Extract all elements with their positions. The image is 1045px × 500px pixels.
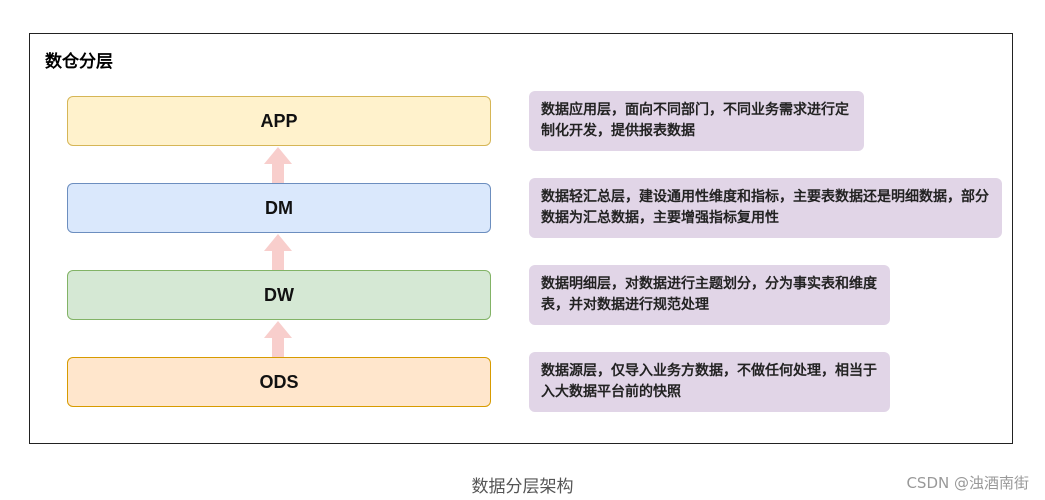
architecture-diagram: 数仓分层 APP 数据应用层，面向不同部门，不同业务需求进行定制化开发，提供报表… [29, 33, 1013, 444]
layer-note-dm: 数据轻汇总层，建设通用性维度和指标，主要表数据还是明细数据，部分数据为汇总数据，… [529, 178, 1002, 238]
up-arrow-ods-to-dw [264, 321, 292, 358]
figure-caption: 数据分层架构 [471, 477, 574, 497]
layer-box-ods: ODS [67, 357, 491, 407]
layer-box-dm: DM [67, 183, 491, 233]
layer-box-app: APP [67, 96, 491, 146]
csdn-watermark: CSDN @浊酒南街 [906, 474, 1029, 492]
layer-note-text-dw: 数据明细层，对数据进行主题划分，分为事实表和维度表，并对数据进行规范处理 [541, 276, 877, 313]
layer-label-app: APP [260, 110, 298, 131]
layer-note-text-app: 数据应用层，面向不同部门，不同业务需求进行定制化开发，提供报表数据 [541, 102, 849, 139]
layer-label-dm: DM [265, 197, 293, 218]
layer-label-dw: DW [264, 284, 294, 305]
layer-note-text-ods: 数据源层，仅导入业务方数据，不做任何处理，相当于入大数据平台前的快照 [541, 363, 877, 400]
layer-note-ods: 数据源层，仅导入业务方数据，不做任何处理，相当于入大数据平台前的快照 [529, 352, 890, 412]
diagram-title: 数仓分层 [45, 52, 113, 72]
layer-note-dw: 数据明细层，对数据进行主题划分，分为事实表和维度表，并对数据进行规范处理 [529, 265, 890, 325]
layer-label-ods: ODS [259, 371, 299, 392]
layer-note-app: 数据应用层，面向不同部门，不同业务需求进行定制化开发，提供报表数据 [529, 91, 864, 151]
up-arrow-dw-to-dm [264, 234, 292, 271]
up-arrow-dm-to-app [264, 147, 292, 184]
layer-note-text-dm: 数据轻汇总层，建设通用性维度和指标，主要表数据还是明细数据，部分数据为汇总数据，… [541, 189, 989, 226]
layer-box-dw: DW [67, 270, 491, 320]
